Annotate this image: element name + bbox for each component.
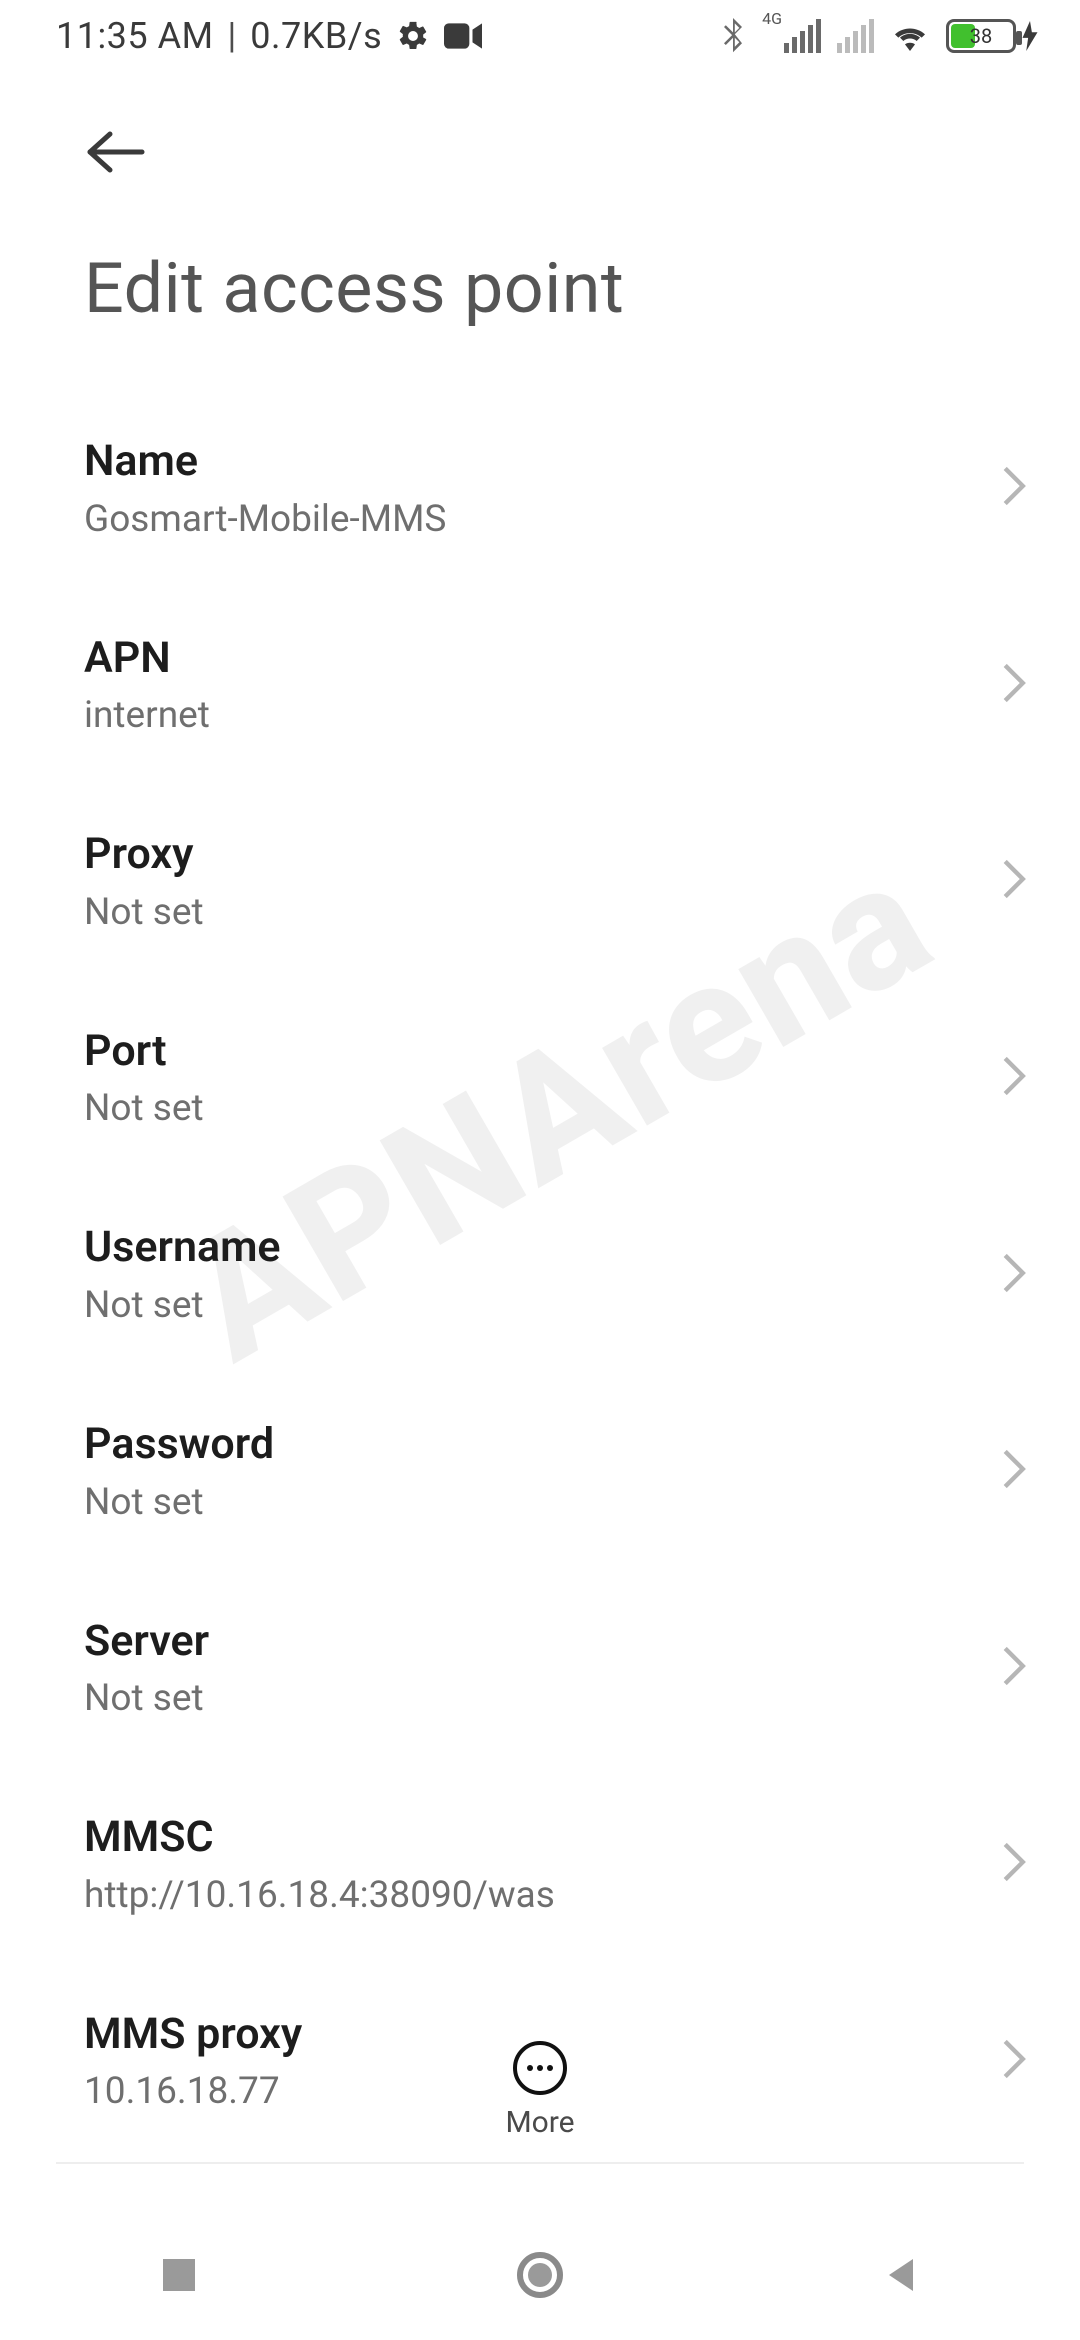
row-value: Gosmart-Mobile-MMS bbox=[84, 498, 970, 541]
signal-4g-icon: 4G bbox=[762, 19, 821, 53]
row-port[interactable]: Port Not set bbox=[0, 980, 1080, 1177]
row-label: Username bbox=[84, 1222, 970, 1274]
row-label: Server bbox=[84, 1616, 970, 1668]
chevron-right-icon bbox=[1000, 857, 1028, 905]
chevron-right-icon bbox=[1000, 1054, 1028, 1102]
chevron-right-icon bbox=[1000, 464, 1028, 512]
row-value: Not set bbox=[84, 891, 970, 934]
status-right: 4G 38 bbox=[720, 18, 1038, 54]
row-label: MMSC bbox=[84, 1812, 970, 1864]
row-label: Name bbox=[84, 436, 970, 488]
page-title: Edit access point bbox=[84, 248, 996, 330]
chevron-right-icon bbox=[1000, 1251, 1028, 1299]
video-camera-icon bbox=[444, 22, 482, 50]
back-button[interactable] bbox=[84, 120, 148, 184]
chevron-right-icon bbox=[1000, 1644, 1028, 1692]
row-value: Not set bbox=[84, 1087, 970, 1130]
divider bbox=[56, 2162, 1024, 2164]
signal-bars-nosim bbox=[837, 19, 874, 53]
more-icon bbox=[513, 2041, 567, 2095]
row-value: Not set bbox=[84, 1677, 970, 1720]
row-password[interactable]: Password Not set bbox=[0, 1373, 1080, 1570]
chevron-right-icon bbox=[1000, 1840, 1028, 1888]
row-value: Not set bbox=[84, 1284, 970, 1327]
battery-icon: 38 bbox=[946, 19, 1016, 53]
separator: | bbox=[228, 15, 237, 57]
gear-icon bbox=[396, 19, 430, 53]
settings-list: Name Gosmart-Mobile-MMS APN internet Pro… bbox=[0, 390, 1080, 2159]
row-label: APN bbox=[84, 633, 970, 685]
row-label: Proxy bbox=[84, 829, 970, 881]
status-speed: 0.7KB/s bbox=[250, 15, 382, 57]
row-value: Not set bbox=[84, 1481, 970, 1524]
row-value: http://10.16.18.4:38090/was bbox=[84, 1874, 970, 1917]
header: Edit access point bbox=[0, 72, 1080, 330]
charging-bolt-icon bbox=[1022, 21, 1038, 51]
nav-back-button[interactable] bbox=[861, 2235, 941, 2315]
signal-secondary-icon bbox=[837, 19, 874, 53]
status-bar: 11:35 AM | 0.7KB/s 4G bbox=[0, 0, 1080, 72]
status-time: 11:35 AM bbox=[56, 15, 214, 57]
square-icon bbox=[159, 2255, 199, 2295]
nav-bar bbox=[0, 2210, 1080, 2340]
chevron-right-icon bbox=[1000, 1447, 1028, 1495]
status-left: 11:35 AM | 0.7KB/s bbox=[56, 15, 482, 57]
signal-bars bbox=[784, 19, 821, 53]
row-username[interactable]: Username Not set bbox=[0, 1176, 1080, 1373]
row-value: internet bbox=[84, 694, 970, 737]
device-frame: APNArena 11:35 AM | 0.7KB/s 4G bbox=[0, 0, 1080, 2340]
arrow-left-icon bbox=[86, 130, 146, 174]
row-label: Password bbox=[84, 1419, 970, 1471]
nav-home-button[interactable] bbox=[496, 2231, 584, 2319]
row-mmsc[interactable]: MMSC http://10.16.18.4:38090/was bbox=[0, 1766, 1080, 1963]
more-action[interactable]: More bbox=[0, 2041, 1080, 2140]
row-name[interactable]: Name Gosmart-Mobile-MMS bbox=[0, 390, 1080, 587]
row-proxy[interactable]: Proxy Not set bbox=[0, 783, 1080, 980]
nav-recent-button[interactable] bbox=[139, 2235, 219, 2315]
row-apn[interactable]: APN internet bbox=[0, 587, 1080, 784]
more-label: More bbox=[505, 2105, 574, 2140]
triangle-left-icon bbox=[881, 2255, 921, 2295]
wifi-icon bbox=[890, 20, 930, 52]
chevron-right-icon bbox=[1000, 661, 1028, 709]
bluetooth-icon bbox=[720, 18, 746, 54]
row-label: Port bbox=[84, 1026, 970, 1078]
battery-pct: 38 bbox=[970, 24, 992, 48]
circle-icon bbox=[516, 2251, 564, 2299]
network-label: 4G bbox=[762, 9, 782, 43]
battery-indicator: 38 bbox=[946, 19, 1038, 53]
row-server[interactable]: Server Not set bbox=[0, 1570, 1080, 1767]
